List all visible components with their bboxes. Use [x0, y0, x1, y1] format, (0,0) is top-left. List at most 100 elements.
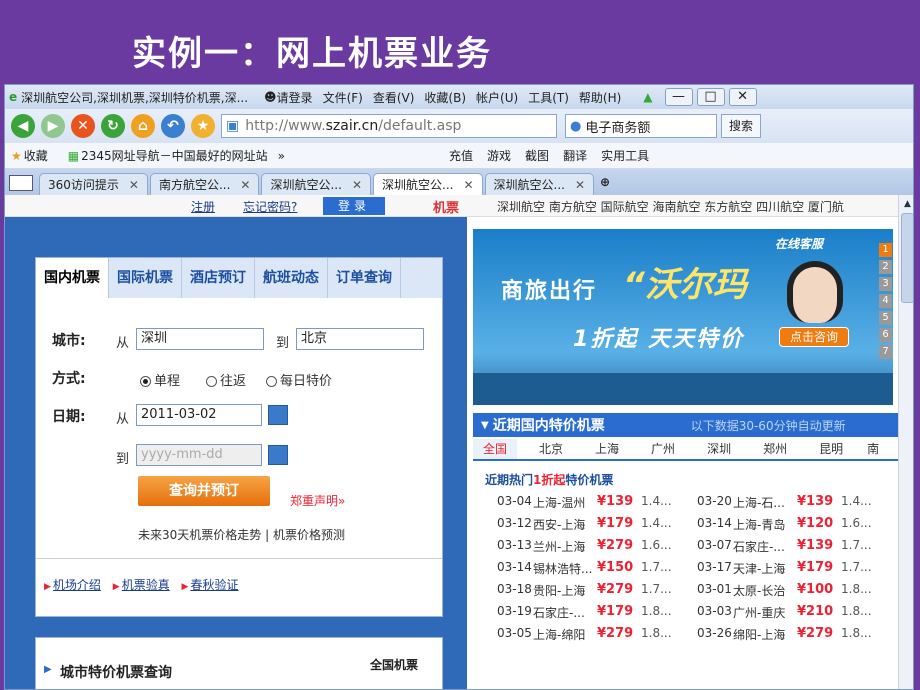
- deal-cell[interactable]: 03-05 上海-绵阳 ¥279 1.8...: [497, 626, 697, 648]
- tab-flight-status[interactable]: 航班动态: [255, 258, 328, 298]
- skin-icon[interactable]: ▲: [643, 90, 652, 104]
- more-favorites[interactable]: »: [278, 149, 285, 163]
- tab-szair-1[interactable]: 深圳航空公... ✕: [261, 173, 371, 195]
- back-icon[interactable]: ◀: [11, 114, 35, 138]
- stop-icon[interactable]: ✕: [71, 114, 95, 138]
- screenshot-button[interactable]: 截图: [525, 147, 549, 164]
- forgot-password-link[interactable]: 忘记密码?: [243, 198, 297, 215]
- banner-page-6[interactable]: 6: [879, 328, 892, 342]
- banner-page-1[interactable]: 1: [879, 243, 892, 257]
- tab-csair[interactable]: 南方航空公... ✕: [149, 173, 260, 195]
- search-and-book-button[interactable]: 查询并预订: [138, 476, 270, 506]
- forward-icon[interactable]: ▶: [41, 114, 65, 138]
- return-date-input[interactable]: yyyy-mm-dd: [136, 444, 262, 466]
- banner-page-7[interactable]: 7: [879, 345, 892, 359]
- search-engine-icon[interactable]: ●: [570, 119, 581, 134]
- daily-special-radio[interactable]: 每日特价: [266, 370, 332, 389]
- table-row[interactable]: 03-14 锡林浩特... ¥150 1.7... 03-17 天津-上海 ¥179 1.7.…: [473, 560, 898, 582]
- recharge-button[interactable]: 充值: [449, 147, 473, 164]
- scroll-up-icon[interactable]: ▲: [901, 197, 913, 211]
- menu-tools[interactable]: 工具(T): [528, 89, 569, 106]
- table-row[interactable]: 03-13 兰州-上海 ¥279 1.6... 03-07 石家庄-... ¥139 1.7.…: [473, 538, 898, 560]
- tab-domestic-tickets[interactable]: 国内机票: [36, 258, 109, 298]
- new-tab-icon[interactable]: ⊕: [600, 175, 610, 189]
- banner-page-3[interactable]: 3: [879, 277, 892, 291]
- tab-szair-active[interactable]: 深圳航空公... ✕: [373, 173, 483, 195]
- undo-icon[interactable]: ↶: [161, 114, 185, 138]
- tab-international-tickets[interactable]: 国际机票: [109, 258, 182, 298]
- consult-button[interactable]: 点击咨询: [779, 327, 849, 347]
- refresh-icon[interactable]: ↻: [101, 114, 125, 138]
- deal-cell[interactable]: 03-14 上海-青岛 ¥120 1.6...: [697, 516, 897, 538]
- deal-tab-all[interactable]: 全国: [473, 439, 518, 459]
- menu-view[interactable]: 查看(V): [373, 89, 415, 106]
- banner-page-4[interactable]: 4: [879, 294, 892, 308]
- search-button[interactable]: 搜索: [721, 114, 761, 138]
- promo-banner[interactable]: 商旅出行 “沃尔玛 1折起 天天特价 在线客服 点击咨询 1 2 3 4 5 6…: [473, 229, 893, 405]
- close-tab-icon[interactable]: ✕: [352, 178, 362, 192]
- tab-list-icon[interactable]: [9, 175, 33, 191]
- price-trend-links[interactable]: 未来30天机票价格走势 | 机票价格预测: [138, 526, 345, 543]
- tab-hotel-booking[interactable]: 酒店预订: [182, 258, 255, 298]
- deal-cell[interactable]: 03-14 锡林浩特... ¥150 1.7...: [497, 560, 697, 582]
- nationwide-tickets-link[interactable]: 全国机票: [370, 656, 418, 673]
- deal-tab-guangzhou[interactable]: 广州: [641, 439, 685, 459]
- tools-button[interactable]: 实用工具: [601, 147, 649, 164]
- airport-info-link[interactable]: 机场介绍: [53, 578, 101, 592]
- deal-cell[interactable]: 03-19 石家庄-... ¥179 1.8...: [497, 604, 697, 626]
- one-way-radio[interactable]: 单程: [140, 370, 180, 389]
- login-link[interactable]: 请登录: [277, 89, 313, 106]
- deal-tab-shenzhen[interactable]: 深圳: [697, 439, 741, 459]
- deal-tab-beijing[interactable]: 北京: [529, 439, 573, 459]
- spring-autumn-verify-link[interactable]: 春秋验证: [190, 578, 238, 592]
- deal-tab-zhengzhou[interactable]: 郑州: [753, 439, 797, 459]
- games-button[interactable]: 游戏: [487, 147, 511, 164]
- translate-button[interactable]: 翻译: [563, 147, 587, 164]
- deal-tab-kunming[interactable]: 昆明: [809, 439, 853, 459]
- deal-cell[interactable]: 03-18 贵阳-上海 ¥279 1.7...: [497, 582, 697, 604]
- online-service-widget[interactable]: 在线客服 点击咨询: [771, 233, 857, 393]
- deal-tab-south[interactable]: 南: [857, 439, 889, 459]
- deal-tab-shanghai[interactable]: 上海: [585, 439, 629, 459]
- from-city-input[interactable]: 深圳: [136, 328, 264, 350]
- deal-cell[interactable]: 03-17 天津-上海 ¥179 1.7...: [697, 560, 897, 582]
- ticket-verify-link[interactable]: 机票验真: [122, 578, 170, 592]
- deal-cell[interactable]: 03-26 绵阳-上海 ¥279 1.8...: [697, 626, 897, 648]
- fav-site-link[interactable]: 2345网址导航－中国最好的网址站: [81, 147, 268, 164]
- url-field[interactable]: ▣ http://www. szair.cn/default.asp: [221, 114, 557, 138]
- round-trip-radio[interactable]: 往返: [206, 370, 246, 389]
- tab-szair-3[interactable]: 深圳航空公... ✕: [484, 173, 595, 195]
- close-tab-icon[interactable]: ✕: [575, 178, 585, 192]
- search-input[interactable]: ● 电子商务额: [565, 114, 717, 138]
- banner-page-5[interactable]: 5: [879, 311, 892, 325]
- menu-help[interactable]: 帮助(H): [579, 89, 621, 106]
- close-tab-icon[interactable]: ✕: [240, 178, 250, 192]
- favorites-button[interactable]: 收藏: [24, 147, 48, 164]
- deal-cell[interactable]: 03-20 上海-石... ¥139 1.4...: [697, 494, 897, 516]
- vertical-scrollbar[interactable]: ▲: [898, 195, 913, 689]
- table-row[interactable]: 03-05 上海-绵阳 ¥279 1.8... 03-26 绵阳-上海 ¥279 1.8...: [473, 626, 898, 648]
- table-row[interactable]: 03-19 石家庄-... ¥179 1.8... 03-03 广州-重庆 ¥210 1.8.…: [473, 604, 898, 626]
- deal-cell[interactable]: 03-01 太原-长治 ¥100 1.8...: [697, 582, 897, 604]
- tab-order-query[interactable]: 订单查询: [328, 258, 401, 298]
- deal-cell[interactable]: 03-13 兰州-上海 ¥279 1.6...: [497, 538, 697, 560]
- history-icon[interactable]: ★: [191, 114, 215, 138]
- home-icon[interactable]: ⌂: [131, 114, 155, 138]
- menu-file[interactable]: 文件(F): [323, 89, 363, 106]
- close-button[interactable]: ✕: [728, 88, 757, 106]
- airline-links[interactable]: 深圳航空 南方航空 国际航空 海南航空 东方航空 四川航空 厦门航: [497, 198, 844, 215]
- table-row[interactable]: 03-18 贵阳-上海 ¥279 1.7... 03-01 太原-长治 ¥100 1.8...: [473, 582, 898, 604]
- calendar-icon[interactable]: [268, 405, 288, 425]
- deal-cell[interactable]: 03-03 广州-重庆 ¥210 1.8...: [697, 604, 897, 626]
- register-link[interactable]: 注册: [191, 198, 215, 215]
- close-tab-icon[interactable]: ✕: [463, 178, 473, 192]
- menu-account[interactable]: 帐户(U): [476, 89, 518, 106]
- table-row[interactable]: 03-04 上海-温州 ¥139 1.4... 03-20 上海-石... ¥139 1.4.…: [473, 494, 898, 516]
- login-button[interactable]: 登录: [323, 197, 385, 215]
- calendar-icon[interactable]: [268, 445, 288, 465]
- departure-date-input[interactable]: 2011-03-02: [136, 404, 262, 426]
- table-row[interactable]: 03-12 西安-上海 ¥179 1.4... 03-14 上海-青岛 ¥120 1.6...: [473, 516, 898, 538]
- to-city-input[interactable]: 北京: [296, 328, 424, 350]
- disclaimer-link[interactable]: 郑重声明»: [290, 492, 345, 509]
- menu-favorites[interactable]: 收藏(B): [424, 89, 466, 106]
